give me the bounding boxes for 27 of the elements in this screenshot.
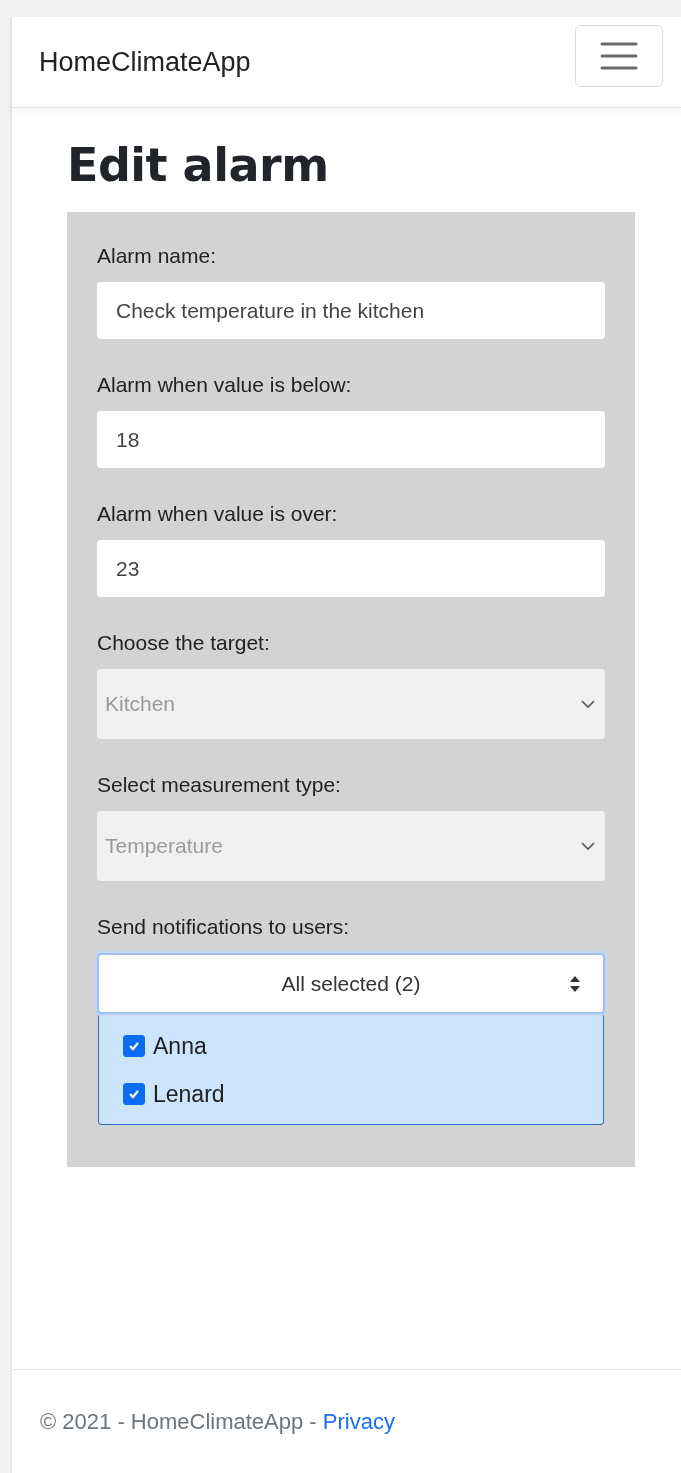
option-label: Anna (153, 1032, 207, 1060)
copyright-text: © 2021 - HomeClimateApp - (40, 1408, 318, 1434)
multiselect-button[interactable]: All selected (2) (97, 953, 605, 1014)
menu-icon (600, 41, 638, 71)
checkbox[interactable] (123, 1083, 145, 1105)
input-field[interactable]: 23 (97, 540, 605, 597)
input-field[interactable]: 18 (97, 411, 605, 468)
privacy-link[interactable]: Privacy (322, 1408, 395, 1434)
user-option[interactable]: Lenard (123, 1070, 603, 1118)
chevron-down-icon (581, 841, 595, 851)
checkbox[interactable] (123, 1035, 145, 1057)
field-label: Alarm when value is below: (97, 373, 353, 397)
chevron-down-icon (581, 699, 595, 709)
field-label: Choose the target: (97, 631, 271, 655)
menu-button[interactable] (575, 25, 663, 87)
user-option[interactable]: Anna (123, 1022, 603, 1070)
sort-icon (569, 975, 581, 993)
page-title: Edit alarm (67, 138, 330, 192)
select-value: Temperature (105, 834, 223, 858)
select-value: Kitchen (105, 692, 176, 716)
field-label: Alarm when value is over: (97, 502, 339, 526)
field-label: Alarm name: (97, 244, 218, 268)
input-field[interactable]: Check temperature in the kitchen (97, 282, 605, 339)
field-label: Send notifications to users: (97, 915, 351, 939)
field-label: Select measurement type: (97, 773, 342, 797)
option-label: Lenard (153, 1080, 225, 1108)
brand-link[interactable]: HomeClimateApp (39, 46, 251, 78)
